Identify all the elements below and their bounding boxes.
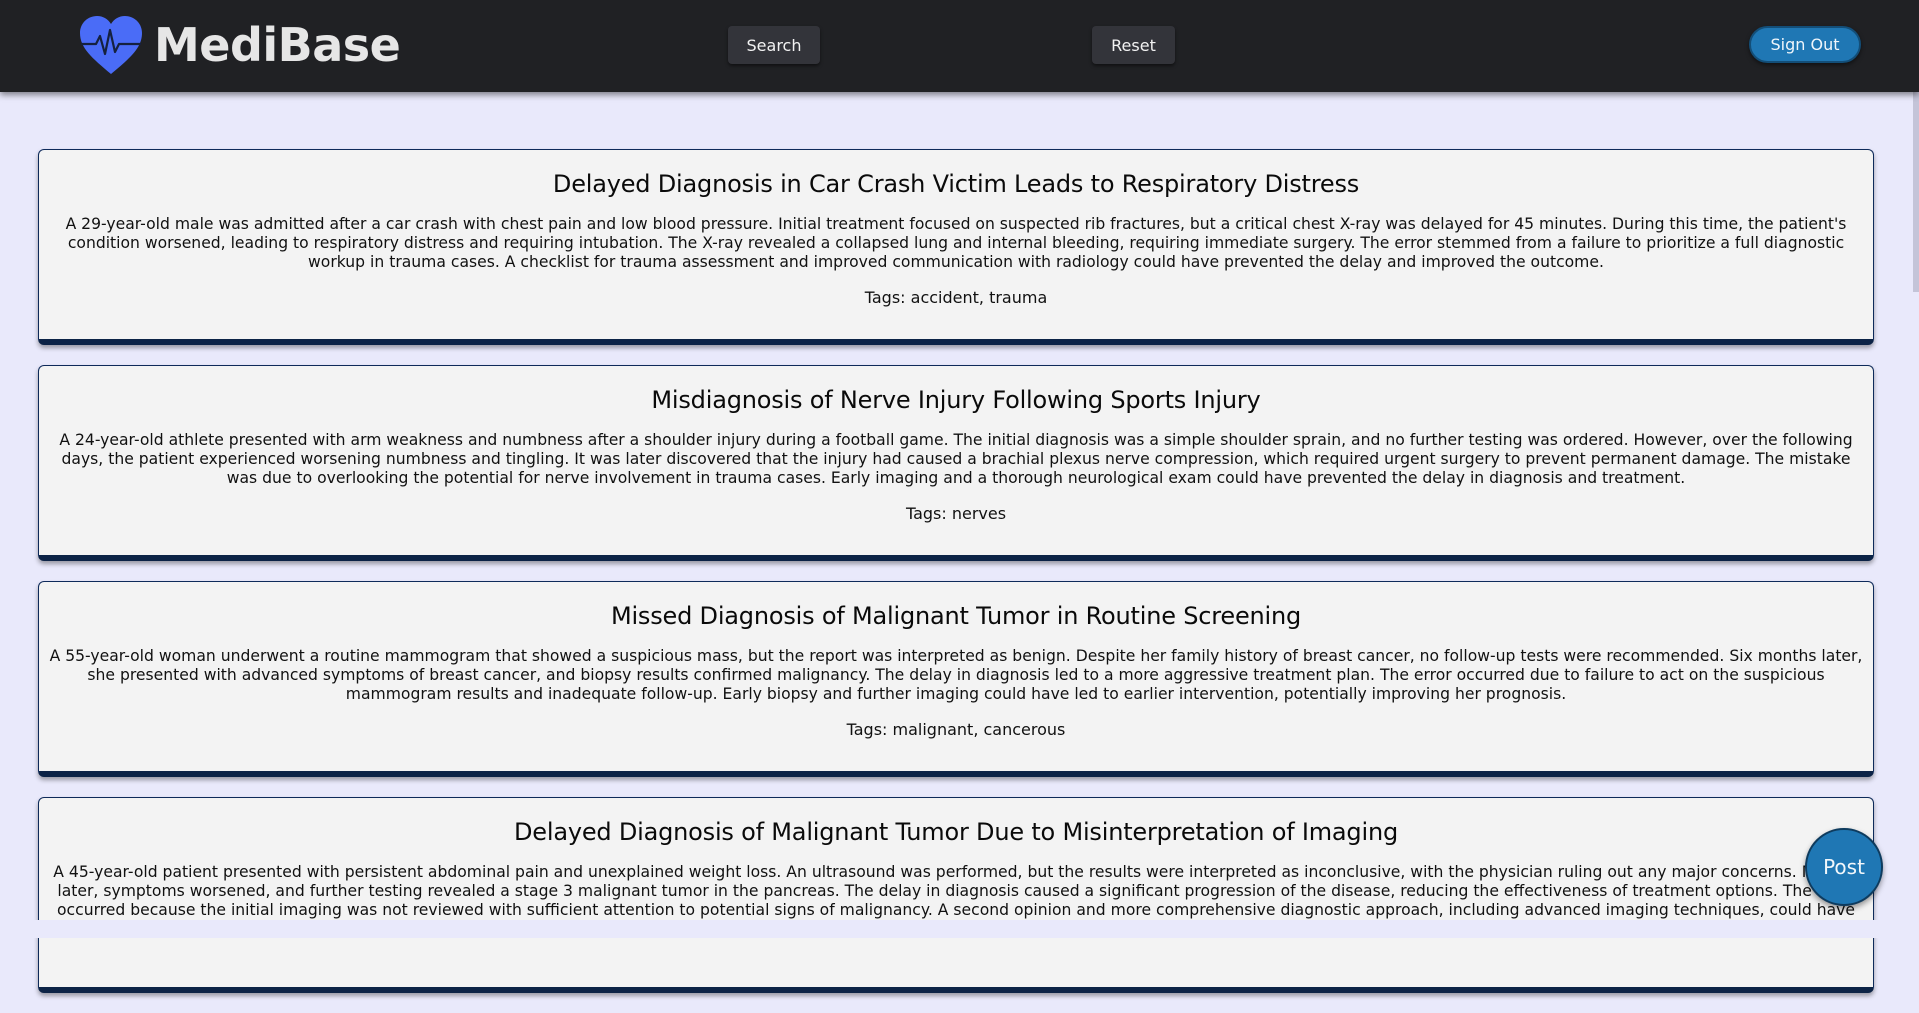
post-tags: Tags: nerves	[905, 504, 1007, 523]
sign-out-button[interactable]: Sign Out	[1749, 26, 1861, 63]
post-card[interactable]: Misdiagnosis of Nerve Injury Following S…	[38, 365, 1874, 561]
brand-logo[interactable]: MediBase	[78, 12, 401, 78]
top-nav-bar: MediBase Search Reset Sign Out	[0, 0, 1919, 92]
search-button[interactable]: Search	[728, 26, 820, 64]
post-body: A 55-year-old woman underwent a routine …	[49, 647, 1863, 703]
post-card[interactable]: Delayed Diagnosis in Car Crash Victim Le…	[38, 149, 1874, 345]
scrollbar-thumb[interactable]	[1913, 92, 1919, 292]
post-feed: Delayed Diagnosis in Car Crash Victim Le…	[38, 149, 1874, 1013]
post-title: Delayed Diagnosis of Malignant Tumor Due…	[514, 818, 1398, 846]
new-post-button[interactable]: Post	[1805, 828, 1883, 906]
post-body: A 24-year-old athlete presented with arm…	[59, 431, 1853, 487]
viewport-bottom-edge	[0, 920, 1919, 938]
post-title: Missed Diagnosis of Malignant Tumor in R…	[610, 602, 1302, 630]
post-card[interactable]: Missed Diagnosis of Malignant Tumor in R…	[38, 581, 1874, 777]
post-card[interactable]: Delayed Diagnosis of Malignant Tumor Due…	[38, 797, 1874, 993]
page-scrollbar[interactable]	[1913, 92, 1919, 938]
post-tags: Tags: accident, trauma	[864, 288, 1048, 307]
post-title: Misdiagnosis of Nerve Injury Following S…	[651, 386, 1261, 414]
post-title: Delayed Diagnosis in Car Crash Victim Le…	[552, 170, 1360, 198]
reset-button[interactable]: Reset	[1092, 26, 1175, 64]
post-body: A 29-year-old male was admitted after a …	[65, 215, 1847, 271]
brand-name: MediBase	[154, 18, 401, 72]
post-tags: Tags: malignant, cancerous	[846, 720, 1066, 739]
heart-pulse-icon	[80, 16, 142, 74]
